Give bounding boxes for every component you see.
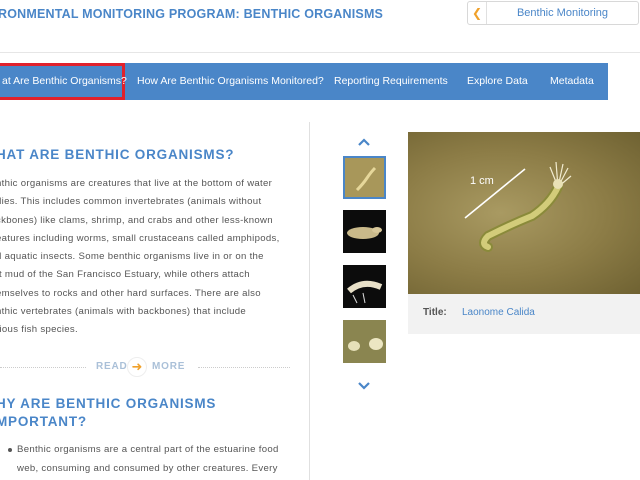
nav-tab-explore-data[interactable]: Explore Data: [467, 63, 528, 100]
chevron-up-icon[interactable]: [357, 136, 371, 150]
arrow-right-icon[interactable]: ➜: [127, 357, 147, 377]
divider-line: [198, 367, 290, 368]
paragraph-line: nthic vertebrates (animals with backbone…: [0, 306, 247, 318]
breadcrumb-dropdown[interactable]: ❮ Benthic Monitoring: [467, 1, 639, 25]
paragraph-line: rious fish species.: [0, 324, 78, 336]
paragraph-line: emselves to rocks and other hard surface…: [0, 287, 261, 299]
gallery-thumbnail[interactable]: [343, 156, 386, 199]
heading-line: MPORTANT?: [0, 414, 87, 429]
caption-value: Laonome Calida: [462, 307, 535, 318]
chevron-left-icon[interactable]: ❮: [468, 2, 487, 24]
specimen-image[interactable]: 1 cm: [408, 132, 640, 294]
nav-tab-what-are-benthic-organisms[interactable]: at Are Benthic Organisms?: [0, 63, 127, 100]
bullet-line: web, consuming and consumed by other cre…: [17, 463, 278, 474]
paragraph-line: eatures including worms, small crustacea…: [0, 232, 280, 244]
nav-tab-how-monitored[interactable]: How Are Benthic Organisms Monitored?: [137, 63, 324, 100]
paragraph-line: dies. This includes common invertebrates…: [0, 196, 262, 208]
gallery-thumbnail[interactable]: [343, 210, 386, 253]
nav-tab-reporting-requirements[interactable]: Reporting Requirements: [334, 63, 448, 100]
site-title[interactable]: RONMENTAL MONITORING PROGRAM: BENTHIC OR…: [0, 7, 383, 21]
more-label[interactable]: MORE: [152, 361, 185, 372]
scale-bar-label: 1 cm: [470, 175, 494, 187]
column-divider: [309, 122, 310, 480]
paragraph-line: d aquatic insects. Some benthic organism…: [0, 251, 264, 263]
paragraph-line: ckbones) like clams, shrimp, and crabs a…: [0, 214, 273, 226]
paragraph-line: nthic organisms are creatures that live …: [0, 178, 273, 189]
read-label[interactable]: READ: [96, 361, 128, 372]
gallery-thumbnail[interactable]: [343, 265, 386, 308]
section-nav: at Are Benthic Organisms? How Are Benthi…: [0, 63, 608, 100]
heading-line: HY ARE BENTHIC ORGANISMS: [0, 396, 217, 411]
divider-line: [0, 367, 86, 368]
nav-tab-metadata[interactable]: Metadata: [550, 63, 594, 100]
bullet-icon: [8, 448, 12, 452]
site-header: RONMENTAL MONITORING PROGRAM: BENTHIC OR…: [0, 0, 640, 53]
caption-label: Title:: [423, 307, 447, 318]
paragraph-line: ft mud of the San Francisco Estuary, whi…: [0, 269, 250, 281]
read-more-toggle[interactable]: READ ➜ MORE: [0, 357, 290, 377]
bullet-line: Benthic organisms are a central part of …: [17, 444, 279, 455]
section-heading-what: HAT ARE BENTHIC ORGANISMS?: [0, 147, 235, 162]
breadcrumb-label[interactable]: Benthic Monitoring: [487, 2, 638, 24]
gallery-thumbnail[interactable]: [343, 320, 386, 363]
section-heading-why: HY ARE BENTHIC ORGANISMS MPORTANT?: [0, 395, 216, 431]
image-caption: Title: Laonome Calida: [408, 294, 640, 334]
chevron-down-icon[interactable]: [357, 380, 371, 394]
intro-paragraph: nthic organisms are creatures that live …: [0, 175, 296, 340]
